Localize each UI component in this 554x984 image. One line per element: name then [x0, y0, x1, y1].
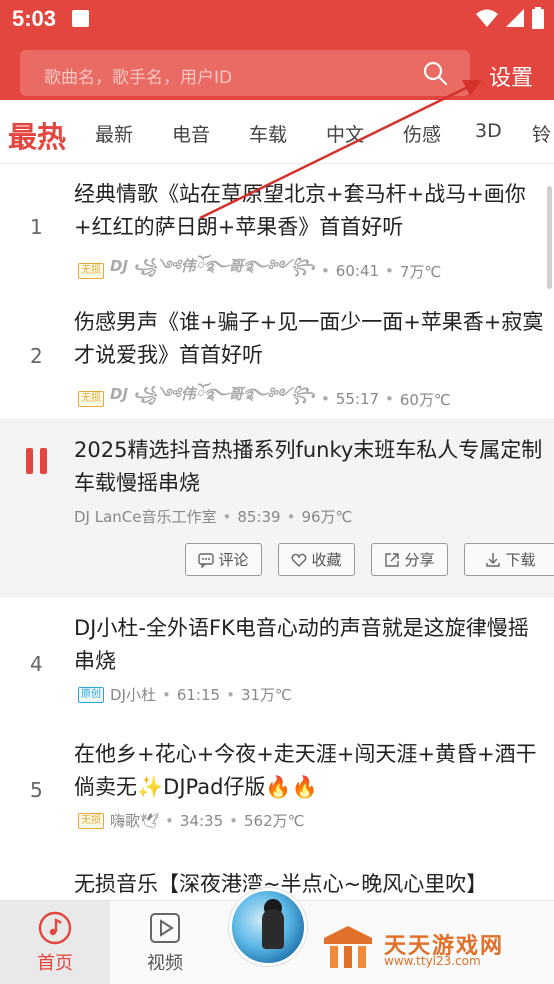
tab-ringtone[interactable]: 铃 — [532, 120, 551, 147]
share-button[interactable]: 分享 — [371, 543, 448, 576]
song-author: DJ LanCe音乐工作室 — [74, 508, 217, 526]
song-plays: 562万℃ — [244, 812, 305, 830]
category-tabs: 最热 最新 电音 车载 中文 伤感 3D 铃 — [0, 100, 554, 164]
favorite-label: 收藏 — [311, 551, 342, 569]
song-duration: 55:17 — [335, 390, 380, 408]
song-duration: 61:15 — [176, 685, 221, 704]
wifi-icon — [476, 9, 498, 27]
original-badge: 原创 — [78, 686, 104, 703]
notification-icon — [72, 10, 89, 27]
song-meta: 原创 DJ小杜 • 61:15 • 31万℃ — [78, 684, 292, 705]
status-icons — [476, 7, 544, 29]
pause-icon[interactable] — [26, 448, 48, 474]
song-title: DJ小杜-全外语FK电音心动的声音就是这旋律慢摇串烧 — [74, 616, 529, 673]
song-meta: 无损 DJ ꧁༺伟ོ࿐哥࿐༻꧂ • 55:17 • 60万℃ — [78, 378, 451, 420]
song-meta: 无损 DJ ꧁༺伟ོ࿐哥࿐༻꧂ • 60:41 • 7万℃ — [78, 250, 441, 292]
search-input[interactable]: 歌曲名，歌手名，用户ID — [20, 50, 470, 96]
song-plays: 31万℃ — [240, 686, 292, 704]
song-plays: 96万℃ — [301, 508, 353, 526]
song-item-playing[interactable]: 2025精选抖音热播系列funky末班车私人专属定制车载慢摇串烧 DJ LanC… — [0, 418, 554, 598]
song-title: 2025精选抖音热播系列funky末班车私人专属定制车载慢摇串烧 — [74, 438, 543, 495]
song-actions: 评论 收藏 分享 下载 — [185, 543, 554, 576]
song-title: 经典情歌《站在草原望北京+套马杆+战马+画你+红红的萨日朗+苹果香》首首好听 — [74, 182, 526, 239]
song-author: DJ ꧁༺伟ོ࿐哥࿐༻꧂ — [110, 385, 315, 403]
search-placeholder: 歌曲名，歌手名，用户ID — [44, 68, 233, 88]
song-rank: 2 — [30, 344, 43, 368]
song-rank: 4 — [30, 652, 43, 676]
song-duration: 60:41 — [335, 262, 380, 280]
tab-electronic[interactable]: 电音 — [172, 120, 210, 147]
song-duration: 85:39 — [237, 507, 281, 526]
nav-video[interactable]: 视频 — [110, 901, 220, 984]
watermark: 天天游戏网 www.ttyl23.com — [322, 922, 522, 972]
settings-button[interactable]: 设置 — [489, 60, 533, 92]
song-author: DJ ꧁༺伟ོ࿐哥࿐༻꧂ — [110, 257, 315, 275]
comment-label: 评论 — [218, 551, 249, 569]
download-label: 下载 — [505, 551, 536, 569]
tab-sad[interactable]: 伤感 — [403, 120, 441, 147]
song-plays: 60万℃ — [399, 390, 451, 409]
song-plays: 7万℃ — [399, 262, 442, 281]
battery-icon — [532, 7, 544, 29]
nav-home-label: 首页 — [37, 953, 73, 974]
heart-icon — [291, 553, 307, 567]
video-play-icon — [150, 913, 180, 943]
song-author: DJ小杜 — [110, 686, 156, 704]
song-title: 伤感男声《谁+骗子+见一面少一面+苹果香+寂寞才说爱我》首首好听 — [74, 310, 544, 367]
signal-icon — [506, 9, 524, 27]
song-title: 无损音乐【深夜港湾~半点心~晚风心里吹】 — [74, 872, 488, 896]
status-bar: 5:03 — [0, 0, 554, 38]
song-title: 在他乡+花心+今夜+走天涯+闯天涯+黄昏+酒干倘卖无✨DJPad仔版🔥🔥 — [74, 742, 537, 799]
song-item[interactable]: 2 伤感男声《谁+骗子+见一面少一面+苹果香+寂寞才说爱我》首首好听 无损 DJ… — [0, 292, 554, 418]
download-icon — [486, 552, 501, 567]
comment-button[interactable]: 评论 — [185, 543, 262, 576]
song-rank: 5 — [30, 778, 43, 802]
music-note-icon — [38, 911, 72, 945]
lossless-badge: 无损 — [78, 391, 104, 407]
watermark-url: www.ttyl23.com — [384, 954, 481, 968]
lossless-badge: 无损 — [78, 263, 104, 279]
status-time: 5:03 — [12, 6, 57, 31]
watermark-logo-icon — [324, 926, 372, 968]
tab-car[interactable]: 车载 — [249, 120, 287, 147]
song-duration: 34:35 — [179, 811, 224, 830]
favorite-button[interactable]: 收藏 — [278, 543, 355, 576]
song-item[interactable]: 1 经典情歌《站在草原望北京+套马杆+战马+画你+红红的萨日朗+苹果香》首首好听… — [0, 164, 554, 292]
now-playing-disc[interactable] — [229, 888, 307, 966]
song-author: 嗨歌🕊 — [110, 812, 160, 830]
share-icon — [385, 552, 400, 567]
tab-3d[interactable]: 3D — [475, 120, 502, 142]
download-button[interactable]: 下载 — [464, 543, 554, 576]
song-item[interactable]: 5 在他乡+花心+今夜+走天涯+闯天涯+黄昏+酒干倘卖无✨DJPad仔版🔥🔥 无… — [0, 724, 554, 852]
song-item[interactable]: 4 DJ小杜-全外语FK电音心动的声音就是这旋律慢摇串烧 原创 DJ小杜 • 6… — [0, 598, 554, 724]
comment-icon — [198, 552, 215, 568]
scrollbar[interactable] — [547, 186, 552, 289]
header-bar: 歌曲名，歌手名，用户ID 设置 — [0, 38, 554, 100]
share-label: 分享 — [404, 551, 435, 569]
lossless-badge: 无损 — [78, 812, 104, 829]
search-icon[interactable] — [422, 60, 448, 86]
song-rank: 1 — [30, 215, 43, 239]
tab-newest[interactable]: 最新 — [95, 120, 133, 147]
tab-chinese[interactable]: 中文 — [326, 120, 364, 147]
song-meta: DJ LanCe音乐工作室 • 85:39 • 96万℃ — [74, 507, 353, 527]
tab-hottest[interactable]: 最热 — [8, 114, 66, 156]
nav-home[interactable]: 首页 — [0, 901, 110, 984]
nav-video-label: 视频 — [147, 953, 183, 974]
song-meta: 无损 嗨歌🕊 • 34:35 • 562万℃ — [78, 810, 304, 831]
